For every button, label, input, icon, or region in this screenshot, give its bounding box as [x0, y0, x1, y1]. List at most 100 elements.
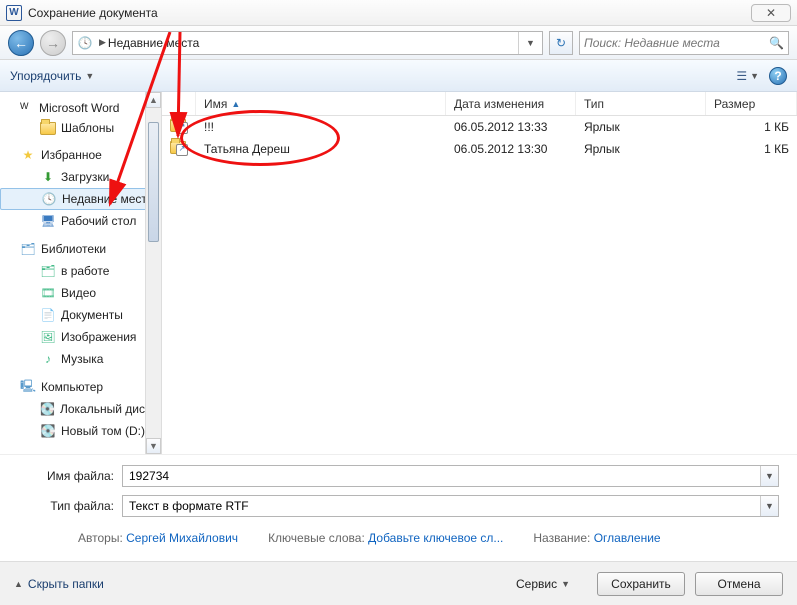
chevron-right-icon[interactable]: ▶ [97, 37, 108, 48]
tree-favorites[interactable]: ★ Избранное [0, 144, 161, 166]
col-name-label: Имя [204, 97, 227, 111]
view-options-button[interactable]: ☰ ▼ [736, 69, 759, 83]
scroll-thumb[interactable] [148, 122, 159, 242]
filetype-value: Текст в формате RTF [129, 499, 249, 513]
tree-label: Локальный диск ( [60, 402, 158, 416]
col-type-label: Тип [584, 97, 604, 111]
search-box[interactable]: 🔍 [579, 31, 789, 55]
forward-button[interactable]: → [40, 30, 66, 56]
tree-documents[interactable]: 📄Документы [0, 304, 161, 326]
cell-type: Ярлык [576, 142, 706, 156]
save-button[interactable]: Сохранить [597, 572, 685, 596]
cell-name: !!! [196, 120, 446, 134]
doc-title-label: Название: [533, 531, 590, 545]
hide-folders-button[interactable]: ▲ Скрыть папки [14, 577, 104, 591]
hide-folders-label: Скрыть папки [28, 577, 104, 591]
tools-menu[interactable]: Сервис ▼ [499, 572, 587, 596]
action-bar: ▲ Скрыть папки Сервис ▼ Сохранить Отмена [0, 561, 797, 605]
filetype-dropdown[interactable]: ▼ [760, 496, 778, 516]
tree-label: Шаблоны [61, 121, 114, 135]
window-title: Сохранение документа [28, 6, 158, 20]
authors-value[interactable]: Сергей Михайлович [126, 531, 238, 545]
filetype-field[interactable]: Текст в формате RTF ▼ [122, 495, 779, 517]
tree-desktop[interactable]: 🖥Рабочий стол [0, 210, 161, 232]
filename-input[interactable] [129, 469, 772, 483]
chevron-up-icon: ▲ [14, 579, 23, 589]
refresh-button[interactable]: ↻ [549, 31, 573, 55]
close-button[interactable]: ✕ [751, 4, 791, 22]
tree-label: Видео [61, 286, 96, 300]
tree-music[interactable]: ♪ Музыка [0, 348, 161, 370]
breadcrumb-current[interactable]: Недавние места [108, 36, 199, 50]
tree-downloads[interactable]: ⬇ Загрузки [0, 166, 161, 188]
tree-disk-d[interactable]: 💽Новый том (D:) [0, 420, 161, 442]
cell-date: 06.05.2012 13:33 [446, 120, 576, 134]
star-icon: ★ [20, 147, 36, 163]
scroll-down[interactable]: ▼ [146, 438, 161, 454]
tree-images[interactable]: 🖼 Изображения [0, 326, 161, 348]
tree-video[interactable]: 🎞 Видео [0, 282, 161, 304]
video-icon: 🎞 [40, 285, 56, 301]
views-icon: ☰ [736, 69, 747, 83]
organize-menu[interactable]: Упорядочить ▼ [10, 69, 94, 83]
tree-label: Недавние места [62, 192, 153, 206]
keywords-label: Ключевые слова: [268, 531, 365, 545]
search-input[interactable] [584, 36, 765, 50]
help-button[interactable]: ? [769, 67, 787, 85]
tree-computer[interactable]: 🖳 Компьютер [0, 376, 161, 398]
tree-scrollbar[interactable]: ▲ ▼ [145, 92, 161, 454]
tree-templates[interactable]: Шаблоны [0, 118, 161, 138]
breadcrumb-bar[interactable]: 🕓 ▶ Недавние места ▼ [72, 31, 543, 55]
tree-label: Избранное [41, 148, 102, 162]
help-icon: ? [774, 69, 781, 83]
col-type[interactable]: Тип [576, 92, 706, 115]
col-size[interactable]: Размер [706, 92, 797, 115]
col-date[interactable]: Дата изменения [446, 92, 576, 115]
cancel-button[interactable]: Отмена [695, 572, 783, 596]
recent-icon: 🕓 [41, 191, 57, 207]
tree-label: Компьютер [41, 380, 103, 394]
tree-label: Новый том (D:) [61, 424, 145, 438]
tree-label: Музыка [61, 352, 103, 366]
music-icon: ♪ [40, 351, 56, 367]
cancel-label: Отмена [717, 577, 760, 591]
cell-name: Татьяна Дереш [196, 142, 446, 156]
back-button[interactable]: ← [8, 30, 34, 56]
tree-label: Загрузки [61, 170, 109, 184]
nav-tree: WMicrosoft Word Шаблоны ★ Избранное ⬇ Загр… [0, 92, 162, 454]
filename-field[interactable]: ▼ [122, 465, 779, 487]
disk-icon: 💽 [40, 401, 55, 417]
chevron-down-icon: ▼ [750, 71, 759, 81]
filename-dropdown[interactable]: ▼ [760, 466, 778, 486]
tree-ms-word[interactable]: WMicrosoft Word [0, 98, 161, 118]
images-icon: 🖼 [40, 329, 56, 345]
toolbar: Упорядочить ▼ ☰ ▼ ? [0, 60, 797, 92]
list-item[interactable]: !!! 06.05.2012 13:33 Ярлык 1 КБ [162, 116, 797, 138]
keywords-value[interactable]: Добавьте ключевое сл... [368, 531, 503, 545]
tools-label: Сервис [516, 577, 557, 591]
chevron-down-icon: ▼ [561, 579, 570, 589]
tree-libraries[interactable]: 🗂Библиотеки [0, 238, 161, 260]
word-app-icon: W [6, 5, 22, 21]
downloads-icon: ⬇ [40, 169, 56, 185]
scroll-up[interactable]: ▲ [146, 92, 161, 108]
tree-recent-places[interactable]: 🕓 Недавние места [0, 188, 161, 210]
authors-label: Авторы: [78, 531, 123, 545]
folder-icon [40, 122, 56, 135]
search-icon[interactable]: 🔍 [765, 36, 784, 50]
col-date-label: Дата изменения [454, 97, 544, 111]
recent-places-icon: 🕓 [73, 36, 97, 50]
tree-disk-c[interactable]: 💽 Локальный диск ( [0, 398, 161, 420]
list-header: Имя▲ Дата изменения Тип Размер [162, 92, 797, 116]
breadcrumb-dropdown[interactable]: ▼ [518, 32, 542, 54]
folder-icon: 🗂 [40, 263, 56, 279]
doc-title-value[interactable]: Оглавление [594, 531, 661, 545]
cell-size: 1 КБ [706, 120, 797, 134]
tree-in-work[interactable]: 🗂в работе [0, 260, 161, 282]
tree-label: Библиотеки [41, 242, 106, 256]
col-icon[interactable] [162, 92, 196, 115]
list-item[interactable]: Татьяна Дереш 06.05.2012 13:30 Ярлык 1 К… [162, 138, 797, 160]
col-name[interactable]: Имя▲ [196, 92, 446, 115]
computer-icon: 🖳 [20, 379, 36, 395]
tree-label: Изображения [61, 330, 136, 344]
